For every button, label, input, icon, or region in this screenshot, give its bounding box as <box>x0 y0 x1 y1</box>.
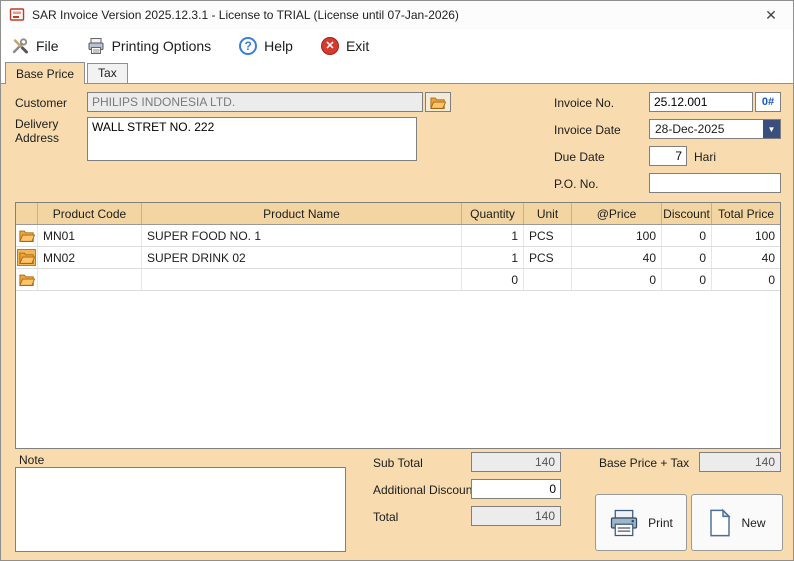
customer-lookup-button[interactable] <box>425 92 451 112</box>
total-label: Total <box>373 510 399 524</box>
printer-icon <box>609 509 639 537</box>
delivery-address-label: Delivery Address <box>15 117 60 145</box>
cell-quantity[interactable]: 0 <box>462 269 524 290</box>
cell-price[interactable]: 40 <box>572 247 662 268</box>
folder-icon[interactable] <box>17 249 36 266</box>
note-label: Note <box>19 453 45 467</box>
cell-unit[interactable]: PCS <box>524 225 572 246</box>
header-icon-column <box>16 203 38 224</box>
row-lookup-cell <box>16 247 38 268</box>
toolbar: File Printing Options ? Help ✕ Exit <box>1 29 793 62</box>
folder-icon[interactable] <box>17 271 36 288</box>
printer-icon <box>87 37 105 55</box>
base-price-tax-label: Base Price + Tax <box>599 456 690 470</box>
exit-icon: ✕ <box>320 36 339 55</box>
cell-total-price[interactable]: 40 <box>712 247 780 268</box>
print-button[interactable]: Print <box>595 494 687 551</box>
print-button-label: Print <box>648 515 673 530</box>
po-no-field[interactable] <box>649 173 781 193</box>
cell-quantity[interactable]: 1 <box>462 225 524 246</box>
app-window: SAR Invoice Version 2025.12.3.1 - Licens… <box>0 0 794 561</box>
items-table-header: Product Code Product Name Quantity Unit … <box>16 203 780 225</box>
cell-total-price[interactable]: 100 <box>712 225 780 246</box>
base-price-tax-field: 140 <box>699 452 781 472</box>
cell-product-name[interactable] <box>142 269 462 290</box>
cell-price[interactable]: 100 <box>572 225 662 246</box>
header-price: @Price <box>572 203 662 224</box>
cell-price[interactable]: 0 <box>572 269 662 290</box>
total-field: 140 <box>471 506 561 526</box>
tab-tax[interactable]: Tax <box>87 63 128 83</box>
tools-icon <box>11 37 29 55</box>
close-icon[interactable]: ✕ <box>757 4 785 26</box>
help-button[interactable]: ? Help <box>239 36 293 55</box>
due-date-field[interactable] <box>649 146 687 166</box>
file-menu-label: File <box>36 37 59 54</box>
base-price-panel: Customer Delivery Address WALL STRET NO.… <box>1 83 793 560</box>
tab-strip: Base Price Tax <box>1 62 793 84</box>
due-date-unit-label: Hari <box>694 150 717 164</box>
exit-button[interactable]: ✕ Exit <box>320 36 370 55</box>
header-quantity: Quantity <box>462 203 524 224</box>
cell-product-name[interactable]: SUPER DRINK 02 <box>142 247 462 268</box>
window-title: SAR Invoice Version 2025.12.3.1 - Licens… <box>32 8 459 22</box>
table-row[interactable]: MN01 SUPER FOOD NO. 1 1 PCS 100 0 100 <box>16 225 780 247</box>
row-lookup-cell <box>16 225 38 246</box>
file-menu-button[interactable]: File <box>11 37 59 55</box>
header-product-name: Product Name <box>142 203 462 224</box>
folder-icon <box>430 96 446 109</box>
chevron-down-icon[interactable]: ▼ <box>763 120 780 138</box>
header-total-price: Total Price <box>717 206 775 221</box>
cell-discount[interactable]: 0 <box>662 247 712 268</box>
invoice-date-value: 28-Dec-2025 <box>655 122 725 136</box>
new-button-label: New <box>741 515 766 530</box>
table-row[interactable]: 0 0 0 0 <box>16 269 780 291</box>
cell-product-code[interactable]: MN02 <box>38 247 142 268</box>
help-label: Help <box>264 37 293 54</box>
po-no-label: P.O. No. <box>554 177 599 191</box>
cell-unit[interactable] <box>524 269 572 290</box>
app-icon <box>9 7 25 23</box>
invoice-no-field[interactable] <box>649 92 753 112</box>
title-bar: SAR Invoice Version 2025.12.3.1 - Licens… <box>1 1 793 29</box>
cell-unit[interactable]: PCS <box>524 247 572 268</box>
additional-discount-field[interactable] <box>471 479 561 499</box>
help-icon: ? <box>239 36 258 55</box>
items-table: Product Code Product Name Quantity Unit … <box>15 202 781 449</box>
header-discount: Discount <box>662 203 712 224</box>
invoice-date-label: Invoice Date <box>554 123 621 137</box>
due-date-label: Due Date <box>554 150 605 164</box>
additional-discount-label: Additional Discount <box>373 483 476 497</box>
cell-product-code[interactable]: MN01 <box>38 225 142 246</box>
new-document-icon <box>708 508 732 538</box>
folder-icon[interactable] <box>17 227 36 244</box>
sub-total-label: Sub Total <box>373 456 423 470</box>
new-button[interactable]: New <box>691 494 783 551</box>
cell-product-code[interactable] <box>38 269 142 290</box>
note-field[interactable] <box>15 467 346 552</box>
invoice-no-label: Invoice No. <box>554 96 615 110</box>
header-product-code: Product Code <box>38 203 142 224</box>
tab-base-price[interactable]: Base Price <box>5 62 86 84</box>
cell-quantity[interactable]: 1 <box>462 247 524 268</box>
sub-total-field: 140 <box>471 452 561 472</box>
table-row[interactable]: MN02 SUPER DRINK 02 1 PCS 40 0 40 <box>16 247 780 269</box>
row-lookup-cell <box>16 269 38 290</box>
header-unit: Unit <box>524 203 572 224</box>
printing-options-label: Printing Options <box>111 37 212 54</box>
customer-label: Customer <box>15 96 68 110</box>
delivery-address-field[interactable]: WALL STRET NO. 222 <box>87 117 417 161</box>
cell-discount[interactable]: 0 <box>662 269 712 290</box>
customer-field[interactable] <box>87 92 423 112</box>
cell-discount[interactable]: 0 <box>662 225 712 246</box>
cell-total-price[interactable]: 0 <box>712 269 780 290</box>
printing-options-button[interactable]: Printing Options <box>87 37 212 55</box>
invoice-no-format-button[interactable]: 0# <box>755 92 781 112</box>
exit-label: Exit <box>345 37 370 54</box>
invoice-date-combo[interactable]: 28-Dec-2025 ▼ <box>649 119 781 139</box>
cell-product-name[interactable]: SUPER FOOD NO. 1 <box>142 225 462 246</box>
